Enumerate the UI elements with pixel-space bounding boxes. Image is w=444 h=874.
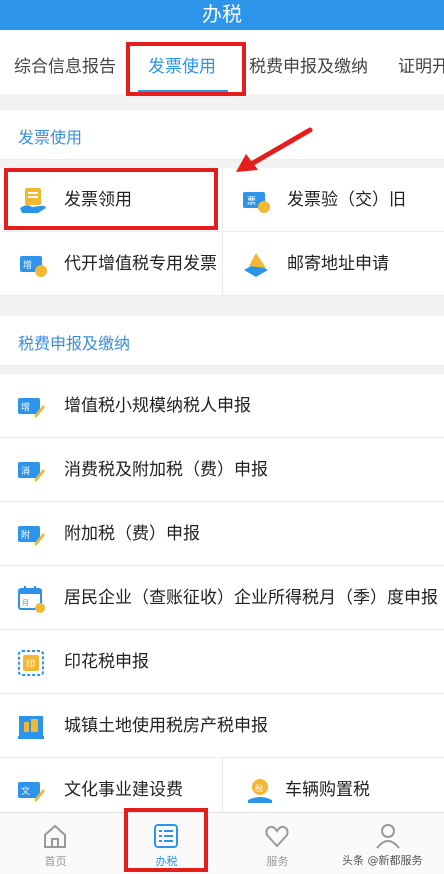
surcharge-tax-icon: 附 xyxy=(16,520,46,554)
consumption-tax-row[interactable]: 消 消费税及附加税（费）申报 xyxy=(0,438,444,502)
surcharge-tax-row[interactable]: 附 附加税（费）申报 xyxy=(0,502,444,566)
invoice-check-label: 发票验（交）旧 xyxy=(287,190,406,210)
corporate-income-tax-row[interactable]: 月 居民企业（查账征收）企业所得税月（季）度申报 xyxy=(0,566,444,630)
nav-tax[interactable]: 办税 xyxy=(111,813,222,874)
vat-invoice-icon: 增 xyxy=(18,250,48,284)
svg-text:月: 月 xyxy=(22,599,29,607)
svg-text:消: 消 xyxy=(21,465,30,477)
divider xyxy=(0,296,444,312)
svg-text:增: 增 xyxy=(23,259,32,271)
invoice-receive-icon xyxy=(18,186,48,220)
consumption-tax-label: 消费税及附加税（费）申报 xyxy=(64,460,268,480)
tax-list-icon xyxy=(153,823,179,853)
home-icon xyxy=(42,823,68,853)
divider xyxy=(0,94,444,104)
culture-fee-button[interactable]: 文 文化事业建设费 xyxy=(0,758,222,814)
culture-fee-icon: 文 xyxy=(16,776,46,810)
land-tax-icon xyxy=(16,712,46,746)
vehicle-tax-icon: 税 xyxy=(245,776,275,810)
mail-address-button[interactable]: 邮寄地址申请 xyxy=(222,232,444,296)
tab-bar: 综合信息报告 发票使用 税费申报及缴纳 证明开 xyxy=(0,30,444,94)
nav-service-label: 服务 xyxy=(266,855,289,868)
svg-text:印: 印 xyxy=(26,658,35,670)
svg-text:附: 附 xyxy=(21,529,30,541)
nav-home[interactable]: 首页 xyxy=(0,813,111,874)
tab-info-report[interactable]: 综合信息报告 xyxy=(14,30,116,94)
svg-text:税: 税 xyxy=(255,783,263,793)
stamp-tax-label: 印花税申报 xyxy=(64,652,149,672)
watermark: 头条 @新都服务 xyxy=(342,854,423,867)
header: 办税 xyxy=(0,0,444,30)
section-title-tax: 税费申报及缴纳 xyxy=(0,316,444,366)
stamp-tax-row[interactable]: 印 印花税申报 xyxy=(0,630,444,694)
vat-invoice-button[interactable]: 增 代开增值税专用发票 xyxy=(0,232,222,296)
tab-invoice-use[interactable]: 发票使用 xyxy=(148,30,216,94)
nav-home-label: 首页 xyxy=(44,855,67,868)
mail-address-label: 邮寄地址申请 xyxy=(287,254,389,274)
tab-tax-declare[interactable]: 税费申报及缴纳 xyxy=(249,30,368,94)
svg-text:增: 增 xyxy=(21,401,30,413)
annotation-arrow-icon xyxy=(236,127,313,172)
tab-active-indicator xyxy=(138,90,228,93)
land-tax-label: 城镇土地使用税房产税申报 xyxy=(64,716,268,736)
tax-row-pair: 文 文化事业建设费 税 车辆购置税 xyxy=(0,758,444,814)
svg-text:票: 票 xyxy=(247,196,256,207)
heart-icon xyxy=(264,823,290,853)
mail-address-icon xyxy=(241,250,271,284)
surcharge-tax-label: 附加税（费）申报 xyxy=(64,524,200,544)
invoice-check-button[interactable]: 票 发票验（交）旧 xyxy=(222,168,444,232)
corporate-income-tax-label: 居民企业（查账征收）企业所得税月（季）度申报 xyxy=(64,588,438,608)
svg-text:文: 文 xyxy=(21,785,30,797)
section-title-invoice: 发票使用 xyxy=(0,110,444,160)
user-icon xyxy=(375,823,401,853)
vat-invoice-label: 代开增值税专用发票 xyxy=(64,254,217,274)
invoice-row-2: 增 代开增值税专用发票 邮寄地址申请 xyxy=(0,232,444,296)
vat-declare-label: 增值税小规模纳税人申报 xyxy=(64,396,251,416)
stamp-tax-icon: 印 xyxy=(16,648,46,682)
page-title: 办税 xyxy=(202,2,242,26)
consumption-tax-icon: 消 xyxy=(16,456,46,490)
invoice-row-1: 发票领用 票 发票验（交）旧 xyxy=(0,168,444,232)
vat-declare-row[interactable]: 增 增值税小规模纳税人申报 xyxy=(0,374,444,438)
invoice-receive-label: 发票领用 xyxy=(64,190,132,210)
nav-service[interactable]: 服务 xyxy=(222,813,333,874)
vehicle-tax-button[interactable]: 税 车辆购置税 xyxy=(222,758,444,814)
calendar-tax-icon: 月 xyxy=(16,584,46,618)
nav-tax-label: 办税 xyxy=(155,855,178,868)
vat-declare-icon: 增 xyxy=(16,392,46,426)
invoice-check-icon: 票 xyxy=(241,186,271,220)
invoice-receive-button[interactable]: 发票领用 xyxy=(0,168,222,232)
tab-certificate[interactable]: 证明开 xyxy=(398,30,444,94)
land-tax-row[interactable]: 城镇土地使用税房产税申报 xyxy=(0,694,444,758)
